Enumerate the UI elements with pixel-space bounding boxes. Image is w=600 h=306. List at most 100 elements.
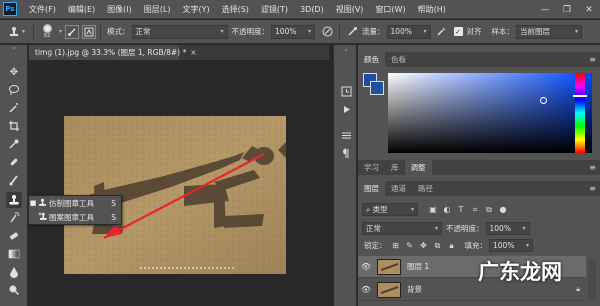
flow-value: 100% <box>390 27 412 36</box>
filter-pixel-icon[interactable]: ▣ <box>427 204 439 216</box>
crop-tool-icon[interactable] <box>6 118 22 134</box>
lock-position-icon[interactable]: ✥ <box>418 240 430 252</box>
tab-adjustments[interactable]: 调整 <box>404 160 432 175</box>
layer-filter-select[interactable]: ⌕ 类型 ▾ <box>362 203 418 216</box>
close-window-button[interactable]: ✕ <box>578 0 600 19</box>
panel-menu-icon[interactable]: ≡ <box>589 181 596 196</box>
menu-type[interactable]: 文字(Y) <box>176 0 215 19</box>
sample-value: 当前图层 <box>520 27 551 36</box>
filter-value: 类型 <box>372 205 388 214</box>
app-logo: Ps <box>3 2 17 16</box>
close-tab-icon[interactable]: × <box>190 48 196 57</box>
divider <box>33 23 35 40</box>
airbrush-icon[interactable] <box>344 24 360 40</box>
paragraph-panel-icon[interactable] <box>338 145 354 161</box>
brush-tool-icon[interactable] <box>6 172 22 188</box>
flyout-item-pattern-stamp[interactable]: 图案图章工具 S <box>29 210 121 224</box>
flyout-label: 图案图章工具 <box>49 212 94 222</box>
tab-channels[interactable]: 通道 <box>385 181 412 196</box>
menu-3d[interactable]: 3D(D) <box>294 0 330 19</box>
lock-transparent-icon[interactable]: ⊞ <box>390 240 402 252</box>
menu-window[interactable]: 窗口(W) <box>369 0 411 19</box>
chevron-down-icon: ▾ <box>423 28 427 35</box>
preset-caret-icon[interactable]: ▾ <box>22 28 25 35</box>
menu-filter[interactable]: 滤镜(T) <box>255 0 294 19</box>
clone-source-icon[interactable] <box>82 24 97 39</box>
history-brush-tool-icon[interactable] <box>6 210 22 226</box>
search-icon: ⌕ <box>366 205 373 214</box>
brush-settings-icon[interactable] <box>65 24 80 39</box>
magic-wand-tool-icon[interactable] <box>6 100 22 116</box>
blend-mode-select[interactable]: 正常 ▾ <box>362 222 442 235</box>
expand-icon[interactable]: « <box>338 47 354 54</box>
airbrush-mode-icon[interactable] <box>434 24 450 40</box>
move-tool-icon[interactable]: ✥ <box>6 64 22 80</box>
healing-brush-tool-icon[interactable] <box>6 154 22 170</box>
collapse-icon[interactable]: » <box>6 46 22 52</box>
eraser-tool-icon[interactable] <box>6 228 22 244</box>
properties-panel-icon[interactable] <box>338 127 354 143</box>
flyout-shortcut: S <box>111 198 116 208</box>
checkbox-checked-icon: ✓ <box>453 27 463 36</box>
filter-shape-icon[interactable]: ⌗ <box>469 204 481 216</box>
lock-artboard-icon[interactable]: ⧉ <box>432 240 444 252</box>
brush-caret-icon[interactable]: ▾ <box>59 28 62 35</box>
sample-select[interactable]: 当前图层 ▾ <box>516 24 583 39</box>
panel-menu-icon[interactable]: ≡ <box>589 160 596 175</box>
lock-pixels-icon[interactable]: ✎ <box>404 240 416 252</box>
hue-slider[interactable] <box>573 73 587 153</box>
document-tab[interactable]: timg (1).jpg @ 33.3% (图层 1, RGB/8#) * × <box>29 45 197 60</box>
color-field[interactable] <box>388 73 592 153</box>
color-picker-handle[interactable] <box>540 97 547 104</box>
color-panel-tabs: 颜色 色板 ≡ <box>358 52 600 67</box>
eyedropper-tool-icon[interactable] <box>6 136 22 152</box>
lock-all-icon[interactable]: 🔒︎ <box>446 240 458 252</box>
tab-libraries[interactable]: 库 <box>385 160 405 175</box>
actions-panel-icon[interactable] <box>338 101 354 117</box>
menu-image[interactable]: 图像(I) <box>101 0 138 19</box>
history-panel-icon[interactable] <box>338 83 354 99</box>
filter-adjustment-icon[interactable]: ◐ <box>441 204 453 216</box>
menu-file[interactable]: 文件(F) <box>23 0 62 19</box>
dodge-tool-icon[interactable] <box>6 282 22 298</box>
flyout-item-clone-stamp[interactable]: ■ 仿制图章工具 S <box>29 196 121 210</box>
restore-button[interactable]: ❐ <box>556 0 578 19</box>
filter-smart-object-icon[interactable]: ⧉ <box>483 204 495 216</box>
tab-layers[interactable]: 图层 <box>358 181 385 196</box>
hue-slider-handle[interactable] <box>573 95 587 97</box>
layer-thumbnail <box>377 258 401 275</box>
gradient-tool-icon[interactable] <box>6 246 22 262</box>
mode-select[interactable]: 正常 ▾ <box>131 24 228 39</box>
panel-menu-icon[interactable]: ≡ <box>589 52 596 67</box>
menu-select[interactable]: 选择(S) <box>216 0 255 19</box>
flow-field[interactable]: 100% ▾ <box>386 24 431 39</box>
filter-type-icon[interactable]: T <box>455 204 467 216</box>
fill-field[interactable]: 100% ▾ <box>489 239 533 252</box>
blur-tool-icon[interactable] <box>6 264 22 280</box>
tab-learn[interactable]: 学习 <box>358 160 385 175</box>
eye-icon[interactable]: 👁︎ <box>358 285 374 294</box>
brush-size-picker[interactable]: 92 <box>38 24 56 39</box>
tab-paths[interactable]: 路径 <box>412 181 439 196</box>
tab-swatches[interactable]: 色板 <box>385 52 412 67</box>
menu-bar: Ps 文件(F) 编辑(E) 图像(I) 图层(L) 文字(Y) 选择(S) 滤… <box>0 0 600 19</box>
menu-help[interactable]: 帮助(H) <box>412 0 452 19</box>
brush-tip-icon <box>42 24 52 33</box>
menu-edit[interactable]: 编辑(E) <box>62 0 101 19</box>
minimize-button[interactable]: — <box>534 0 556 19</box>
lasso-tool-icon[interactable] <box>6 82 22 98</box>
lock-label: 锁定： <box>364 241 387 250</box>
opacity-field[interactable]: 100% ▾ <box>271 24 316 39</box>
filter-toggle-icon[interactable]: ● <box>497 204 509 216</box>
photoshop-window: Ps 文件(F) 编辑(E) 图像(I) 图层(L) 文字(Y) 选择(S) 滤… <box>0 0 600 306</box>
clone-stamp-tool-icon[interactable] <box>6 192 22 208</box>
menu-view[interactable]: 视图(V) <box>330 0 370 19</box>
menu-layer[interactable]: 图层(L) <box>138 0 177 19</box>
clone-stamp-preset-icon[interactable] <box>6 24 22 40</box>
tab-color[interactable]: 颜色 <box>358 52 385 67</box>
eye-icon[interactable]: 👁︎ <box>358 262 374 271</box>
aligned-checkbox[interactable]: ✓ 对齐 <box>453 26 484 37</box>
background-color-swatch[interactable] <box>370 81 384 95</box>
layer-opacity-field[interactable]: 100% ▾ <box>485 222 530 235</box>
pressure-opacity-icon[interactable] <box>319 24 335 40</box>
